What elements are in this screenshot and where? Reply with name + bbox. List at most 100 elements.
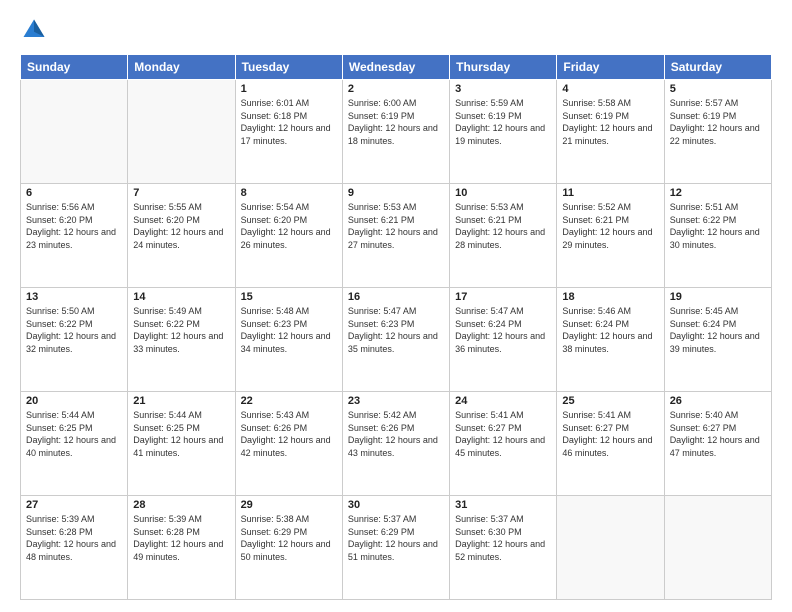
day-number: 21 [133,395,229,407]
logo-icon [20,16,48,44]
day-number: 8 [241,187,337,199]
day-info: Sunrise: 5:49 AM Sunset: 6:22 PM Dayligh… [133,305,229,355]
day-number: 2 [348,83,444,95]
calendar-cell: 13Sunrise: 5:50 AM Sunset: 6:22 PM Dayli… [21,288,128,392]
calendar-cell: 29Sunrise: 5:38 AM Sunset: 6:29 PM Dayli… [235,496,342,600]
day-info: Sunrise: 5:37 AM Sunset: 6:30 PM Dayligh… [455,513,551,563]
calendar-cell: 20 Sunrise: 5:44 AM Sunset: 6:25 PM Dayli… [21,392,128,496]
weekday-header: Saturday [664,55,771,80]
day-info: Sunrise: 5:42 AM Sunset: 6:26 PM Dayligh… [348,409,444,459]
day-number: 9 [348,187,444,199]
day-number: 4 [562,83,658,95]
weekday-header: Tuesday [235,55,342,80]
calendar-header-row: SundayMondayTuesdayWednesdayThursdayFrid… [21,55,772,80]
day-info: Sunrise: 5:50 AM Sunset: 6:22 PM Dayligh… [26,305,122,355]
calendar-cell: 8 Sunrise: 5:54 AM Sunset: 6:20 PM Daylig… [235,184,342,288]
calendar-cell: 4 Sunrise: 5:58 AM Sunset: 6:19 PM Daylig… [557,80,664,184]
day-number: 15 [241,291,337,303]
weekday-header: Thursday [450,55,557,80]
day-info: Sunrise: 5:54 AM Sunset: 6:20 PM Dayligh… [241,201,337,251]
day-info: Sunrise: 5:52 AM Sunset: 6:21 PM Dayligh… [562,201,658,251]
calendar-cell: 18 Sunrise: 5:46 AM Sunset: 6:24 PM Dayli… [557,288,664,392]
day-info: Sunrise: 5:37 AM Sunset: 6:29 PM Dayligh… [348,513,444,563]
calendar-cell: 12Sunrise: 5:51 AM Sunset: 6:22 PM Dayli… [664,184,771,288]
day-number: 19 [670,291,766,303]
day-info: Sunrise: 6:01 AM Sunset: 6:18 PM Dayligh… [241,97,337,147]
calendar-cell: 30 Sunrise: 5:37 AM Sunset: 6:29 PM Dayli… [342,496,449,600]
day-number: 16 [348,291,444,303]
calendar-cell [664,496,771,600]
day-info: Sunrise: 5:53 AM Sunset: 6:21 PM Dayligh… [348,201,444,251]
header [20,16,772,44]
day-info: Sunrise: 5:40 AM Sunset: 6:27 PM Dayligh… [670,409,766,459]
calendar-week-row: 6 Sunrise: 5:56 AM Sunset: 6:20 PM Daylig… [21,184,772,288]
calendar-cell: 25 Sunrise: 5:41 AM Sunset: 6:27 PM Dayli… [557,392,664,496]
day-number: 23 [348,395,444,407]
day-number: 7 [133,187,229,199]
day-number: 24 [455,395,551,407]
day-info: Sunrise: 5:43 AM Sunset: 6:26 PM Dayligh… [241,409,337,459]
day-number: 1 [241,83,337,95]
calendar-cell: 17Sunrise: 5:47 AM Sunset: 6:24 PM Dayli… [450,288,557,392]
day-info: Sunrise: 5:59 AM Sunset: 6:19 PM Dayligh… [455,97,551,147]
day-number: 27 [26,499,122,511]
weekday-header: Friday [557,55,664,80]
day-info: Sunrise: 5:41 AM Sunset: 6:27 PM Dayligh… [562,409,658,459]
day-info: Sunrise: 5:46 AM Sunset: 6:24 PM Dayligh… [562,305,658,355]
day-number: 12 [670,187,766,199]
calendar-cell: 2 Sunrise: 6:00 AM Sunset: 6:19 PM Daylig… [342,80,449,184]
day-number: 31 [455,499,551,511]
calendar-week-row: 1 Sunrise: 6:01 AM Sunset: 6:18 PM Daylig… [21,80,772,184]
calendar-cell [21,80,128,184]
calendar-cell [128,80,235,184]
calendar-cell: 9 Sunrise: 5:53 AM Sunset: 6:21 PM Daylig… [342,184,449,288]
day-info: Sunrise: 5:56 AM Sunset: 6:20 PM Dayligh… [26,201,122,251]
day-number: 22 [241,395,337,407]
calendar-cell: 27 Sunrise: 5:39 AM Sunset: 6:28 PM Dayli… [21,496,128,600]
calendar-cell: 7 Sunrise: 5:55 AM Sunset: 6:20 PM Daylig… [128,184,235,288]
calendar-cell: 3 Sunrise: 5:59 AM Sunset: 6:19 PM Daylig… [450,80,557,184]
weekday-header: Sunday [21,55,128,80]
calendar-cell: 31 Sunrise: 5:37 AM Sunset: 6:30 PM Dayli… [450,496,557,600]
day-info: Sunrise: 6:00 AM Sunset: 6:19 PM Dayligh… [348,97,444,147]
day-info: Sunrise: 5:48 AM Sunset: 6:23 PM Dayligh… [241,305,337,355]
calendar-week-row: 27 Sunrise: 5:39 AM Sunset: 6:28 PM Dayli… [21,496,772,600]
day-number: 6 [26,187,122,199]
day-info: Sunrise: 5:39 AM Sunset: 6:28 PM Dayligh… [133,513,229,563]
day-number: 18 [562,291,658,303]
calendar-cell: 14 Sunrise: 5:49 AM Sunset: 6:22 PM Dayli… [128,288,235,392]
day-info: Sunrise: 5:45 AM Sunset: 6:24 PM Dayligh… [670,305,766,355]
day-number: 29 [241,499,337,511]
day-number: 25 [562,395,658,407]
day-info: Sunrise: 5:39 AM Sunset: 6:28 PM Dayligh… [26,513,122,563]
day-number: 26 [670,395,766,407]
calendar-cell: 11Sunrise: 5:52 AM Sunset: 6:21 PM Dayli… [557,184,664,288]
day-info: Sunrise: 5:55 AM Sunset: 6:20 PM Dayligh… [133,201,229,251]
calendar-week-row: 20 Sunrise: 5:44 AM Sunset: 6:25 PM Dayli… [21,392,772,496]
day-number: 10 [455,187,551,199]
day-info: Sunrise: 5:53 AM Sunset: 6:21 PM Dayligh… [455,201,551,251]
day-number: 30 [348,499,444,511]
day-info: Sunrise: 5:58 AM Sunset: 6:19 PM Dayligh… [562,97,658,147]
day-number: 28 [133,499,229,511]
calendar-cell: 21 Sunrise: 5:44 AM Sunset: 6:25 PM Dayli… [128,392,235,496]
calendar-cell: 6 Sunrise: 5:56 AM Sunset: 6:20 PM Daylig… [21,184,128,288]
calendar-cell: 1 Sunrise: 6:01 AM Sunset: 6:18 PM Daylig… [235,80,342,184]
day-number: 17 [455,291,551,303]
day-info: Sunrise: 5:44 AM Sunset: 6:25 PM Dayligh… [133,409,229,459]
logo [20,16,52,44]
calendar-cell: 22 Sunrise: 5:43 AM Sunset: 6:26 PM Dayli… [235,392,342,496]
calendar-cell: 10 Sunrise: 5:53 AM Sunset: 6:21 PM Dayli… [450,184,557,288]
day-info: Sunrise: 5:44 AM Sunset: 6:25 PM Dayligh… [26,409,122,459]
calendar: SundayMondayTuesdayWednesdayThursdayFrid… [20,54,772,600]
calendar-cell: 26 Sunrise: 5:40 AM Sunset: 6:27 PM Dayli… [664,392,771,496]
day-info: Sunrise: 5:41 AM Sunset: 6:27 PM Dayligh… [455,409,551,459]
day-number: 20 [26,395,122,407]
day-number: 3 [455,83,551,95]
weekday-header: Wednesday [342,55,449,80]
calendar-cell: 16Sunrise: 5:47 AM Sunset: 6:23 PM Dayli… [342,288,449,392]
day-number: 14 [133,291,229,303]
calendar-cell: 15 Sunrise: 5:48 AM Sunset: 6:23 PM Dayli… [235,288,342,392]
day-info: Sunrise: 5:57 AM Sunset: 6:19 PM Dayligh… [670,97,766,147]
calendar-week-row: 13Sunrise: 5:50 AM Sunset: 6:22 PM Dayli… [21,288,772,392]
